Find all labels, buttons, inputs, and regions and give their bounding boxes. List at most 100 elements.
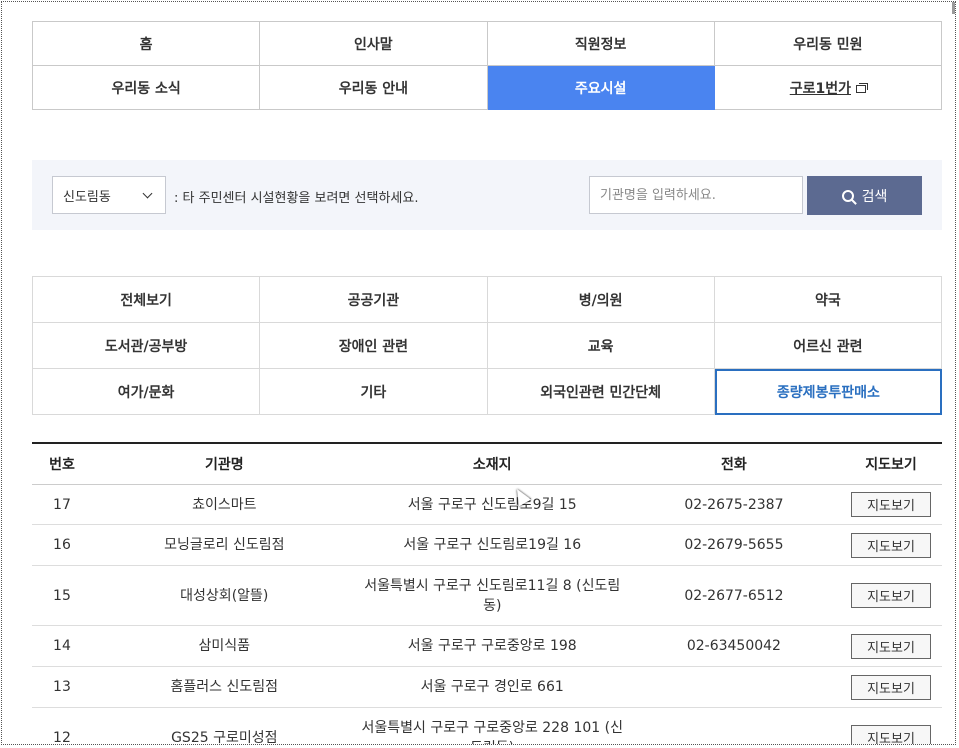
map-view-button[interactable]: 지도보기 (851, 583, 932, 608)
cell-number: 15 (32, 565, 92, 626)
facility-table: 번호 기관명 소재지 전화 지도보기 17 쵸이스마트 서울 구로구 신도림로9… (32, 442, 942, 744)
nav-item-facilities[interactable]: 주요시설 (487, 66, 715, 110)
select-hint-text: : 타 주민센터 시설현황을 보려면 선택하세요. (174, 191, 419, 206)
header-number: 번호 (32, 443, 92, 485)
header-map: 지도보기 (840, 443, 942, 485)
chevron-down-icon (142, 188, 153, 199)
map-view-button[interactable]: 지도보기 (851, 532, 932, 558)
search-icon (841, 189, 854, 202)
category-other[interactable]: 기타 (260, 369, 488, 415)
facility-name-input[interactable] (589, 176, 803, 214)
category-education[interactable]: 교육 (487, 323, 715, 369)
cell-address: 서울 구로구 경인로 661 (356, 666, 628, 708)
category-label: 교육 (587, 338, 614, 355)
nav-label: 주요시설 (574, 80, 627, 97)
nav-label: 직원정보 (574, 36, 627, 53)
cell-map: 지도보기 (840, 565, 942, 626)
nav-label: 인사말 (354, 36, 393, 53)
nav-label: 구로1번가 (789, 80, 851, 97)
cell-number: 14 (32, 625, 92, 667)
category-hospital-clinic[interactable]: 병/의원 (487, 277, 715, 323)
cell-name: 쵸이스마트 (91, 484, 357, 525)
external-link-icon (856, 82, 868, 93)
facility-search-bar: 신도림동 : 타 주민센터 시설현황을 보려면 선택하세요. 검색 (32, 160, 942, 230)
nav-item-staff-info[interactable]: 직원정보 (487, 22, 715, 66)
cell-map: 지도보기 (840, 524, 942, 566)
nav-label: 홈 (139, 36, 153, 53)
category-label: 외국인관련 민간단체 (540, 384, 662, 401)
category-label: 장애인 관련 (338, 338, 409, 355)
nav-item-home[interactable]: 홈 (33, 22, 261, 66)
category-label: 기타 (360, 384, 387, 401)
cell-number: 12 (32, 707, 92, 744)
cell-phone (627, 707, 841, 744)
cell-name: 모닝글로리 신도림점 (91, 524, 357, 566)
map-view-button[interactable]: 지도보기 (851, 492, 932, 517)
category-label: 여가/문화 (117, 384, 175, 401)
category-leisure-culture[interactable]: 여가/문화 (33, 369, 261, 415)
search-button[interactable]: 검색 (807, 176, 922, 215)
top-navigation: 홈 인사말 직원정보 우리동 민원 우리동 소식 우리동 안내 주요시설 구로1… (32, 21, 942, 110)
cell-map: 지도보기 (840, 666, 942, 708)
category-label: 공공기관 (347, 292, 400, 309)
cell-name: GS25 구로미성점 (91, 707, 357, 744)
category-disability[interactable]: 장애인 관련 (260, 323, 488, 369)
cell-address: 서울특별시 구로구 신도림로11길 8 (신도림동) (356, 565, 628, 626)
table-row: 16 모닝글로리 신도림점 서울 구로구 신도림로19길 16 02-2679-… (32, 524, 942, 566)
table-row: 14 삼미식품 서울 구로구 구로중앙로 198 02-63450042 지도보… (32, 625, 942, 667)
nav-label: 우리동 민원 (793, 36, 863, 53)
nav-item-guide[interactable]: 우리동 안내 (260, 66, 488, 110)
dong-select-value: 신도림동 (63, 189, 111, 205)
cell-phone: 02-2677-6512 (627, 565, 841, 626)
cell-address: 서울 구로구 신도림로19길 16 (356, 524, 628, 566)
cell-number: 17 (32, 484, 92, 525)
table-row: 12 GS25 구로미성점 서울특별시 구로구 구로중앙로 228 101 (신… (32, 707, 942, 744)
page-frame: 홈 인사말 직원정보 우리동 민원 우리동 소식 우리동 안내 주요시설 구로1… (1, 1, 956, 745)
table-row: 17 쵸이스마트 서울 구로구 신도림로9길 15 02-2675-2387 지… (32, 484, 942, 525)
dong-select[interactable]: 신도림동 (52, 176, 166, 214)
category-library-study[interactable]: 도서관/공부방 (33, 323, 261, 369)
cell-phone: 02-2679-5655 (627, 524, 841, 566)
category-public-agency[interactable]: 공공기관 (260, 277, 488, 323)
table-row: 13 홈플러스 신도림점 서울 구로구 경인로 661 지도보기 (32, 666, 942, 708)
cell-name: 홈플러스 신도림점 (91, 666, 357, 708)
search-button-label: 검색 (861, 188, 888, 205)
cell-address: 서울 구로구 구로중앙로 198 (356, 625, 628, 667)
header-address: 소재지 (356, 443, 628, 485)
category-label: 도서관/공부방 (104, 338, 188, 355)
category-foreigner-ngo[interactable]: 외국인관련 민간단체 (487, 369, 715, 415)
map-view-button[interactable]: 지도보기 (851, 633, 932, 659)
cell-name: 삼미식품 (91, 625, 357, 667)
cell-number: 16 (32, 524, 92, 566)
nav-item-news[interactable]: 우리동 소식 (33, 66, 261, 110)
cell-phone (627, 666, 841, 708)
nav-item-guro1-external-link[interactable]: 구로1번가 (714, 66, 942, 110)
table-row: 15 대성상회(알뜰) 서울특별시 구로구 신도림로11길 8 (신도림동) 0… (32, 565, 942, 626)
cell-address: 서울 구로구 신도림로9길 15 (356, 484, 628, 525)
cell-map: 지도보기 (840, 625, 942, 667)
nav-label: 우리동 안내 (338, 80, 409, 97)
category-label: 전체보기 (120, 292, 172, 309)
category-label: 종량제봉투판매소 (776, 385, 880, 401)
category-label: 약국 (814, 292, 841, 309)
nav-item-greeting[interactable]: 인사말 (260, 22, 488, 66)
header-name: 기관명 (91, 443, 357, 485)
map-view-button[interactable]: 지도보기 (851, 674, 932, 700)
category-seniors[interactable]: 어르신 관련 (714, 323, 942, 369)
table-header-row: 번호 기관명 소재지 전화 지도보기 (32, 443, 942, 485)
category-pharmacy[interactable]: 약국 (714, 277, 942, 323)
cell-map: 지도보기 (840, 484, 942, 525)
cell-name: 대성상회(알뜰) (91, 565, 357, 626)
category-all[interactable]: 전체보기 (33, 277, 261, 323)
header-phone: 전화 (627, 443, 841, 485)
map-view-button[interactable]: 지도보기 (851, 725, 932, 744)
cell-number: 13 (32, 666, 92, 708)
scrollbar-thumb[interactable] (952, 2, 955, 14)
category-filter-grid: 전체보기 공공기관 병/의원 약국 도서관/공부방 장애인 관련 교육 어르신 … (32, 276, 942, 415)
nav-label: 우리동 소식 (111, 80, 181, 97)
cell-phone: 02-63450042 (627, 625, 841, 667)
category-waste-bag-seller[interactable]: 종량제봉투판매소 (714, 369, 942, 415)
cell-map: 지도보기 (840, 707, 942, 744)
cell-address: 서울특별시 구로구 구로중앙로 228 101 (신도림동) (356, 707, 628, 744)
nav-item-civil-affairs[interactable]: 우리동 민원 (714, 22, 942, 66)
